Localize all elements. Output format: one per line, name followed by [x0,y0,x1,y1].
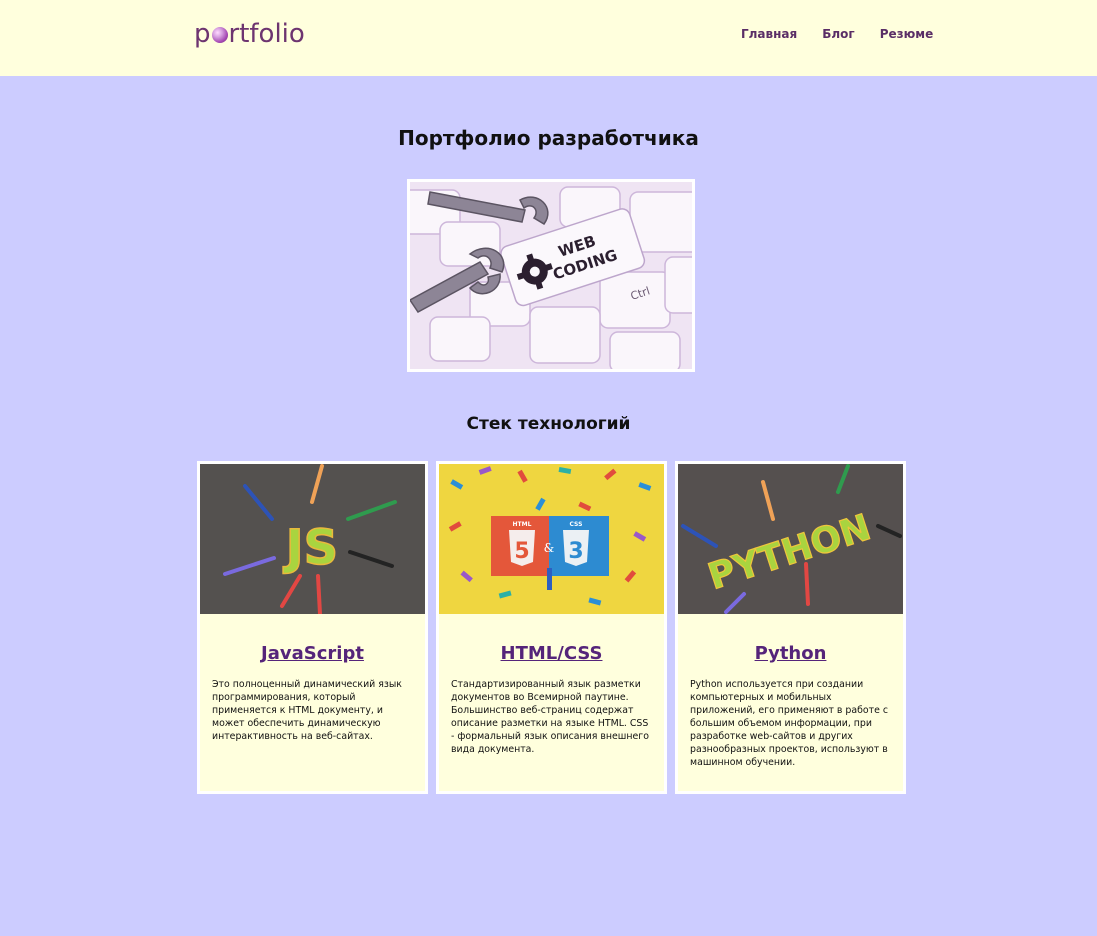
logo-text-end: rtfolio [228,19,305,49]
logo-text-start: p [194,19,211,49]
html-badge-number: 5 [514,539,529,564]
html-css-clothespins-illustration: HTML CSS 5 3 & [439,464,664,614]
css-badge-label: CSS [570,521,583,528]
tech-card-html-css: HTML CSS 5 3 & HTML/CSS Стандартизирован… [436,461,667,794]
hero-image: WEB CODING Ctrl [407,179,695,372]
card-description-python: Python используется при создании компьют… [690,679,888,768]
nav-link-resume[interactable]: Резюме [880,27,934,41]
js-arrows-illustration: JS [200,464,425,614]
html-css-card-image: HTML CSS 5 3 & [439,464,664,614]
javascript-card-image: JS [200,464,425,614]
html-css-ampersand: & [544,541,555,555]
stack-title: Стек технологий [466,414,631,434]
python-arrows-illustration: PYTHON [678,464,903,614]
tech-card-python: PYTHON Python Python используется при со… [675,461,906,794]
main-nav: Главная Блог Резюме [741,27,933,41]
card-title-link-html-css[interactable]: HTML/CSS [439,643,664,664]
logo-orb-icon [211,27,228,43]
web-coding-keyboard-illustration: WEB CODING Ctrl [410,182,692,369]
logo[interactable]: p rtfolio [194,19,305,49]
js-image-label: JS [283,520,338,576]
card-description-html-css: Стандартизированный язык разметки докуме… [451,679,649,755]
html-badge-label: HTML [513,521,532,528]
card-description-javascript: Это полноценный динамический язык програ… [212,679,402,742]
card-title-link-javascript[interactable]: JavaScript [200,643,425,664]
page-title: Портфолио разработчика [398,126,699,150]
nav-link-home[interactable]: Главная [741,27,797,41]
card-title-link-python[interactable]: Python [678,643,903,664]
site-header: p rtfolio Главная Блог Резюме [0,0,1097,76]
css-badge-number: 3 [568,539,583,564]
nav-link-blog[interactable]: Блог [822,27,854,41]
python-card-image: PYTHON [678,464,903,614]
tech-card-javascript: JS JavaScript Это полноценный динамическ… [197,461,428,794]
